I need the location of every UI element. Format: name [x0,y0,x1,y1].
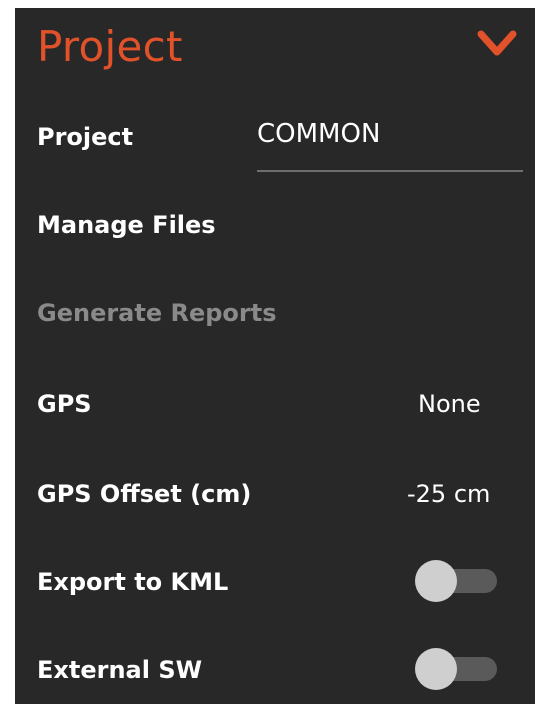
chevron-down-icon[interactable] [477,30,517,58]
export-kml-label: Export to KML [37,568,229,596]
project-field[interactable]: COMMON [257,114,523,172]
panel-title: Project [37,22,183,71]
manage-files-button[interactable]: Manage Files [37,210,216,240]
export-kml-toggle[interactable] [415,560,497,602]
gps-value[interactable]: None [418,389,481,419]
external-sw-toggle[interactable] [415,648,497,690]
gps-label: GPS [37,390,92,418]
toggle-knob [415,648,457,690]
project-panel: Project Project COMMON Manage Files Gene… [15,8,535,704]
project-label: Project [37,123,134,151]
toggle-knob [415,560,457,602]
external-sw-label: External SW [37,656,203,684]
project-value: COMMON [257,119,381,149]
gps-offset-label: GPS Offset (cm) [37,480,252,508]
generate-reports-button: Generate Reports [37,299,277,327]
gps-offset-value[interactable]: -25 cm [407,479,490,509]
